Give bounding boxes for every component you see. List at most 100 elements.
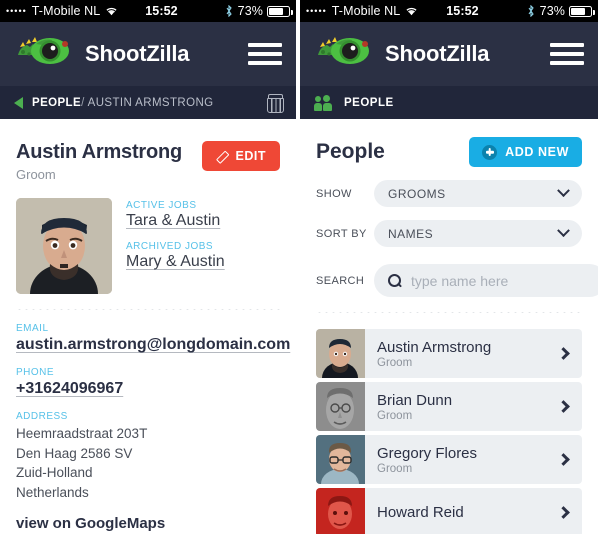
list-item-role: Groom [377, 409, 413, 422]
hamburger-bar [550, 52, 584, 56]
chevron-down-icon [557, 184, 570, 198]
hamburger-bar [248, 43, 282, 47]
shootzilla-chameleon-logo-icon [14, 35, 76, 74]
chevron-right-icon [557, 347, 570, 360]
list-item-name: Howard Reid [377, 503, 464, 521]
person-title-row: Austin Armstrong Groom EDIT [16, 119, 280, 182]
hamburger-bar [550, 61, 584, 65]
address-line: Heemraadstraat 203T [16, 426, 148, 441]
list-item-text: Brian Dunn Groom [365, 392, 559, 422]
people-body [314, 102, 322, 111]
search-input[interactable] [411, 272, 592, 289]
show-label: SHOW [316, 187, 352, 200]
signal-strength-icon: ••••• [306, 5, 327, 16]
chevron-down-icon [557, 224, 570, 238]
list-item-name: Austin Armstrong [377, 338, 492, 356]
people-icon [314, 94, 334, 111]
list-item-text: Howard Reid [365, 504, 559, 522]
brand-name: ShootZilla [385, 41, 490, 66]
breadcrumb-root[interactable]: PEOPLE [32, 97, 81, 109]
hamburger-bar [248, 52, 282, 56]
chevron-right-icon [557, 453, 570, 466]
app-header-right: ShootZilla [300, 22, 598, 86]
list-item-role: Groom [377, 356, 413, 369]
sort-by-label: SORT BY [316, 227, 367, 240]
carrier-label: T-Mobile NL [31, 4, 101, 18]
phone-value[interactable]: +31624096967 [16, 380, 280, 398]
battery-percent-label: 73% [539, 4, 565, 18]
chevron-right-icon [557, 400, 570, 413]
avatar [16, 198, 112, 294]
person-role: Groom [16, 167, 56, 182]
active-jobs-label: ACTIVE JOBS [126, 200, 197, 211]
status-bar-right: ••••• T-Mobile NL 15:52 73% [300, 0, 598, 22]
search-row: SEARCH [300, 264, 598, 297]
back-arrow-icon[interactable] [14, 96, 23, 109]
show-select[interactable]: GROOMS [374, 180, 582, 207]
show-filter-row: SHOW GROOMS [300, 180, 598, 207]
email-label: EMAIL [16, 323, 49, 334]
active-job-link[interactable]: Tara & Austin [126, 212, 220, 230]
battery-icon [569, 5, 595, 17]
list-item[interactable]: Gregory Flores Groom [316, 435, 582, 484]
clock-label: 15:52 [446, 4, 479, 18]
add-new-button[interactable]: ADD NEW [469, 137, 582, 167]
breadcrumb[interactable]: PEOPLE/ AUSTIN ARMSTRONG [32, 97, 267, 109]
people-head [323, 94, 330, 102]
people-list: Austin Armstrong Groom Brian Dunn Groom … [300, 329, 598, 534]
brand-name: ShootZilla [85, 41, 190, 66]
brand-logo-group[interactable]: ShootZilla [14, 35, 248, 74]
view-on-google-maps-link[interactable]: view on GoogleMaps [16, 515, 280, 532]
search-icon [388, 274, 401, 287]
list-item-name: Gregory Flores [377, 444, 478, 462]
divider [316, 312, 582, 313]
pencil-icon [216, 150, 229, 163]
status-bar-left: ••••• T-Mobile NL 15:52 73% [0, 0, 296, 22]
add-new-button-label: ADD NEW [505, 145, 569, 159]
list-item[interactable]: Austin Armstrong Groom [316, 329, 582, 378]
list-item[interactable]: Brian Dunn Groom [316, 382, 582, 431]
list-item-text: Gregory Flores Groom [365, 445, 559, 475]
bluetooth-icon [225, 5, 233, 17]
shootzilla-chameleon-logo-icon [314, 35, 376, 74]
sort-by-select[interactable]: NAMES [374, 220, 582, 247]
breadcrumb-current: AUSTIN ARMSTRONG [87, 96, 214, 109]
page-title: People [316, 140, 385, 163]
clock-label: 15:52 [145, 4, 178, 18]
people-body [323, 102, 332, 111]
hamburger-bar [248, 61, 282, 65]
address-line: Den Haag 2586 SV [16, 445, 133, 461]
email-field-group: EMAIL austin.armstrong@longdomain.com [16, 323, 290, 354]
wifi-icon [405, 6, 418, 16]
hamburger-menu-icon[interactable] [550, 43, 584, 65]
app-header-left: ShootZilla [0, 22, 296, 86]
search-box[interactable] [374, 264, 598, 297]
dual-screenshot-container: ••••• T-Mobile NL 15:52 73% ShootZilla P… [0, 0, 600, 534]
person-heading: Austin Armstrong Groom [16, 141, 182, 182]
address-line: Netherlands [16, 484, 89, 500]
avatar [316, 435, 365, 484]
detail-screen: ••••• T-Mobile NL 15:52 73% ShootZilla P… [0, 0, 298, 534]
archived-job-link[interactable]: Mary & Austin [126, 253, 225, 271]
brand-logo-group[interactable]: ShootZilla [314, 35, 550, 74]
edit-button[interactable]: EDIT [201, 141, 280, 171]
avatar [316, 382, 365, 431]
jobs-row: ACTIVE JOBS Tara & Austin ARCHIVED JOBS … [16, 198, 280, 294]
show-select-value: GROOMS [388, 186, 446, 201]
breadcrumb-separator: / [81, 96, 85, 109]
avatar [316, 488, 365, 534]
detail-content: Austin Armstrong Groom EDIT ACTIVE JOBS … [0, 119, 296, 532]
hamburger-bar [550, 43, 584, 47]
divider [16, 309, 280, 310]
list-header-row: People ADD NEW [300, 119, 598, 167]
trash-icon[interactable] [267, 94, 284, 113]
list-item[interactable]: Howard Reid [316, 488, 582, 534]
chevron-right-icon [557, 506, 570, 519]
jobs-list: ACTIVE JOBS Tara & Austin ARCHIVED JOBS … [126, 198, 225, 294]
carrier-label: T-Mobile NL [331, 4, 401, 18]
plus-circle-icon [482, 144, 498, 160]
email-value[interactable]: austin.armstrong@longdomain.com [16, 336, 290, 354]
battery-percent-label: 73% [237, 4, 263, 18]
hamburger-menu-icon[interactable] [248, 43, 282, 65]
address-field-group: ADDRESS Heemraadstraat 203T Den Haag 258… [16, 411, 280, 502]
